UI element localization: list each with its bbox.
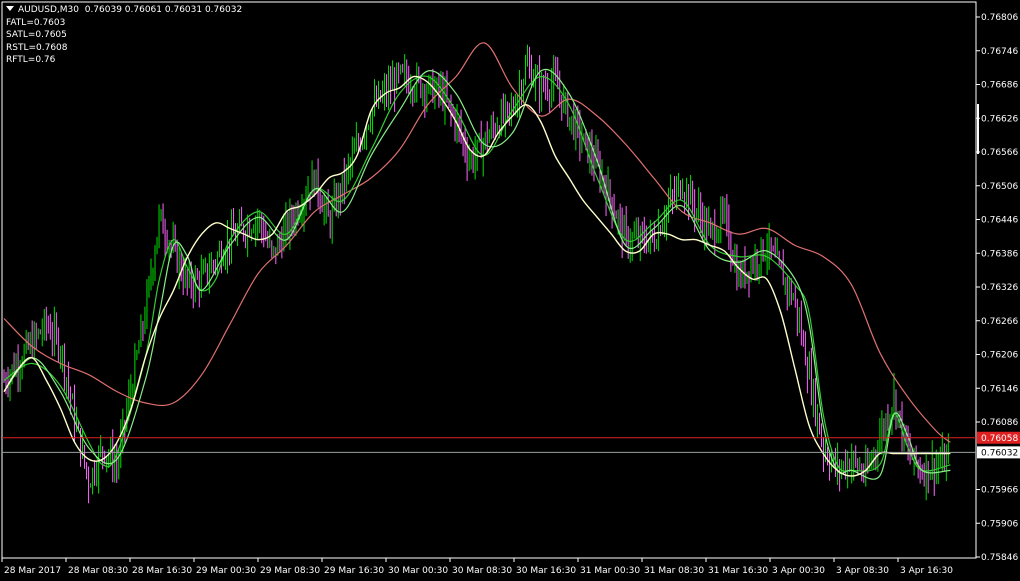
series-line-rstl <box>3 42 951 443</box>
y-tick-label: 0.75966 <box>981 486 1018 496</box>
x-tick-label: 28 Mar 08:30 <box>68 566 128 576</box>
y-tick-label: 0.76326 <box>981 283 1018 293</box>
symbol-label: AUDUSD,M30 <box>18 5 79 15</box>
y-tick-label: 0.76266 <box>981 317 1018 327</box>
x-tick-label: 29 Mar 16:30 <box>324 566 384 576</box>
x-tick-label: 31 Mar 00:30 <box>580 566 640 576</box>
x-tick-label: 3 Apr 16:30 <box>900 566 953 576</box>
series-line-fatl <box>3 75 951 477</box>
x-tick-label: 29 Mar 08:30 <box>260 566 320 576</box>
price-chart[interactable]: 0.76806 0.76746 0.76686 0.76626 0.76566 0.765… <box>0 0 1020 581</box>
y-tick-label: 0.76206 <box>981 351 1018 361</box>
y-tick-label: 0.76086 <box>981 418 1018 428</box>
x-tick-label: 3 Apr 00:30 <box>772 566 825 576</box>
indicator-satl: SATL=0.7605 <box>6 30 67 40</box>
y-tick-label: 0.76806 <box>981 13 1018 23</box>
x-tick-label: 29 Mar 00:30 <box>196 566 256 576</box>
symbol-line: AUDUSD,M30 0.76039 0.76061 0.76031 0.760… <box>6 4 242 17</box>
x-tick-label: 3 Apr 08:30 <box>836 566 889 576</box>
dropdown-triangle-icon[interactable] <box>6 6 14 11</box>
x-tick-label: 28 Mar 16:30 <box>132 566 192 576</box>
scroll-marker[interactable] <box>977 104 979 154</box>
y-tick-label: 0.76146 <box>981 384 1018 394</box>
ohlc-values: 0.76039 0.76061 0.76031 0.76032 <box>84 5 243 15</box>
y-tick-label: 0.76686 <box>981 81 1018 91</box>
x-tick-label: 30 Mar 00:30 <box>388 566 448 576</box>
y-tick-label: 0.76746 <box>981 47 1018 57</box>
chart-header: AUDUSD,M30 0.76039 0.76061 0.76031 0.760… <box>6 4 242 67</box>
y-tick-label: 0.75846 <box>981 553 1018 563</box>
x-tick-label: 30 Mar 16:30 <box>516 566 576 576</box>
y-tick-label: 0.76566 <box>981 148 1018 158</box>
indicator-rftl: RFTL=0.76 <box>6 55 56 65</box>
x-tick-label: 28 Mar 2017 <box>4 566 61 576</box>
indicator-fatl: FATL=0.7603 <box>6 17 66 28</box>
y-tick-label: 0.76626 <box>981 114 1018 124</box>
y-tick-label: 0.76446 <box>981 216 1018 226</box>
x-tick-label: 30 Mar 08:30 <box>452 566 512 576</box>
y-tick-label: 0.76506 <box>981 182 1018 192</box>
y-tick-label: 0.76386 <box>981 249 1018 259</box>
indicator-rstl: RSTL=0.7608 <box>6 42 68 53</box>
price-label-text: 0.76058 <box>981 434 1018 444</box>
price-label-text: 0.76032 <box>981 448 1018 458</box>
y-tick-label: 0.75906 <box>981 519 1018 529</box>
series-line-rftl <box>3 68 951 480</box>
x-tick-label: 31 Mar 08:30 <box>644 566 704 576</box>
x-tick-label: 31 Mar 16:30 <box>708 566 768 576</box>
